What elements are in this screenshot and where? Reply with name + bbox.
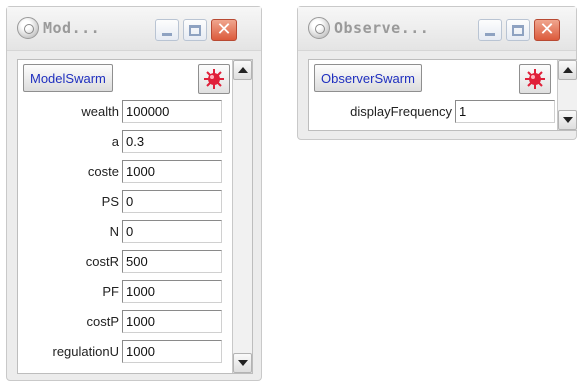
observer-drop-button[interactable] <box>519 64 551 94</box>
observer-scrollbar[interactable] <box>557 60 577 130</box>
swarm-app-icon[interactable] <box>17 17 39 39</box>
probe-field-input[interactable]: 0 <box>122 220 222 243</box>
minimize-button[interactable] <box>155 19 179 41</box>
probe-field-label: costR <box>85 254 119 269</box>
probe-field-row: coste 1000 <box>18 160 222 183</box>
close-icon: ✕ <box>539 19 555 40</box>
observer-window-titlebar[interactable]: Observe... ✕ <box>298 7 576 51</box>
model-probe-panel: ModelSwarm wealth 100000 a 0.3 coste 1000 PS 0 N… <box>17 59 253 374</box>
probe-field-input[interactable]: 1000 <box>122 340 222 363</box>
probe-field-label: coste <box>87 164 119 179</box>
observer-window-title: Observe... <box>334 19 430 37</box>
observer-swarm-window: Observe... ✕ ObserverSwarm displayFreque… <box>297 6 577 140</box>
probe-field-input[interactable]: 500 <box>122 250 222 273</box>
model-swarm-button[interactable]: ModelSwarm <box>23 64 113 92</box>
minimize-icon <box>485 32 495 36</box>
probe-field-row: PS 0 <box>18 190 222 213</box>
scroll-up-icon <box>237 67 248 73</box>
probe-field-label: displayFrequency <box>350 104 452 119</box>
model-scroll-down-button[interactable] <box>233 353 252 373</box>
probe-field-label: PS <box>101 194 119 209</box>
close-button[interactable]: ✕ <box>534 19 560 41</box>
swarm-app-icon[interactable] <box>308 17 330 39</box>
probe-field-row: costP 1000 <box>18 310 222 333</box>
probe-field-input[interactable]: 1000 <box>122 280 222 303</box>
minimize-button[interactable] <box>478 19 502 41</box>
maximize-button[interactable] <box>183 19 207 41</box>
model-window-title: Mod... <box>43 19 101 37</box>
probe-field-row: a 0.3 <box>18 130 222 153</box>
probe-field-input[interactable]: 100000 <box>122 100 222 123</box>
model-scroll-up-button[interactable] <box>233 60 252 80</box>
probe-field-label: N <box>109 224 119 239</box>
probe-field-input[interactable]: 1000 <box>122 160 222 183</box>
close-button[interactable]: ✕ <box>211 19 237 41</box>
scroll-up-icon <box>562 67 573 73</box>
probe-field-row: PF 1000 <box>18 280 222 303</box>
probe-field-input[interactable]: 0 <box>122 190 222 213</box>
maximize-icon <box>512 24 524 36</box>
observer-swarm-button[interactable]: ObserverSwarm <box>314 64 422 92</box>
red-splat-icon <box>204 69 224 89</box>
scroll-down-icon <box>562 117 573 123</box>
probe-field-input[interactable]: 1000 <box>122 310 222 333</box>
probe-field-row: displayFrequency 1 <box>309 100 555 123</box>
maximize-icon <box>189 24 201 36</box>
scroll-down-icon <box>237 360 248 366</box>
red-splat-icon <box>525 69 545 89</box>
probe-field-label: PF <box>102 284 119 299</box>
close-icon: ✕ <box>216 19 232 40</box>
probe-field-input[interactable]: 0.3 <box>122 130 222 153</box>
observer-probe-panel: ObserverSwarm displayFrequency 1 <box>308 59 577 131</box>
minimize-icon <box>162 32 172 36</box>
probe-field-input[interactable]: 1 <box>455 100 555 123</box>
model-scrollbar[interactable] <box>232 60 252 373</box>
probe-field-label: regulationU <box>52 344 120 359</box>
probe-field-row: regulationU 1000 <box>18 340 222 363</box>
probe-field-label: a <box>111 134 119 149</box>
maximize-button[interactable] <box>506 19 530 41</box>
model-swarm-window: Mod... ✕ ModelSwarm wealth 100000 a 0.3 … <box>6 6 262 381</box>
observer-scroll-up-button[interactable] <box>558 60 577 80</box>
probe-field-row: costR 500 <box>18 250 222 273</box>
probe-field-label: costP <box>86 314 119 329</box>
observer-scroll-down-button[interactable] <box>558 110 577 130</box>
model-window-titlebar[interactable]: Mod... ✕ <box>7 7 261 51</box>
probe-field-row: wealth 100000 <box>18 100 222 123</box>
model-drop-button[interactable] <box>198 64 230 94</box>
probe-field-label: wealth <box>81 104 119 119</box>
probe-field-row: N0 <box>18 220 222 243</box>
